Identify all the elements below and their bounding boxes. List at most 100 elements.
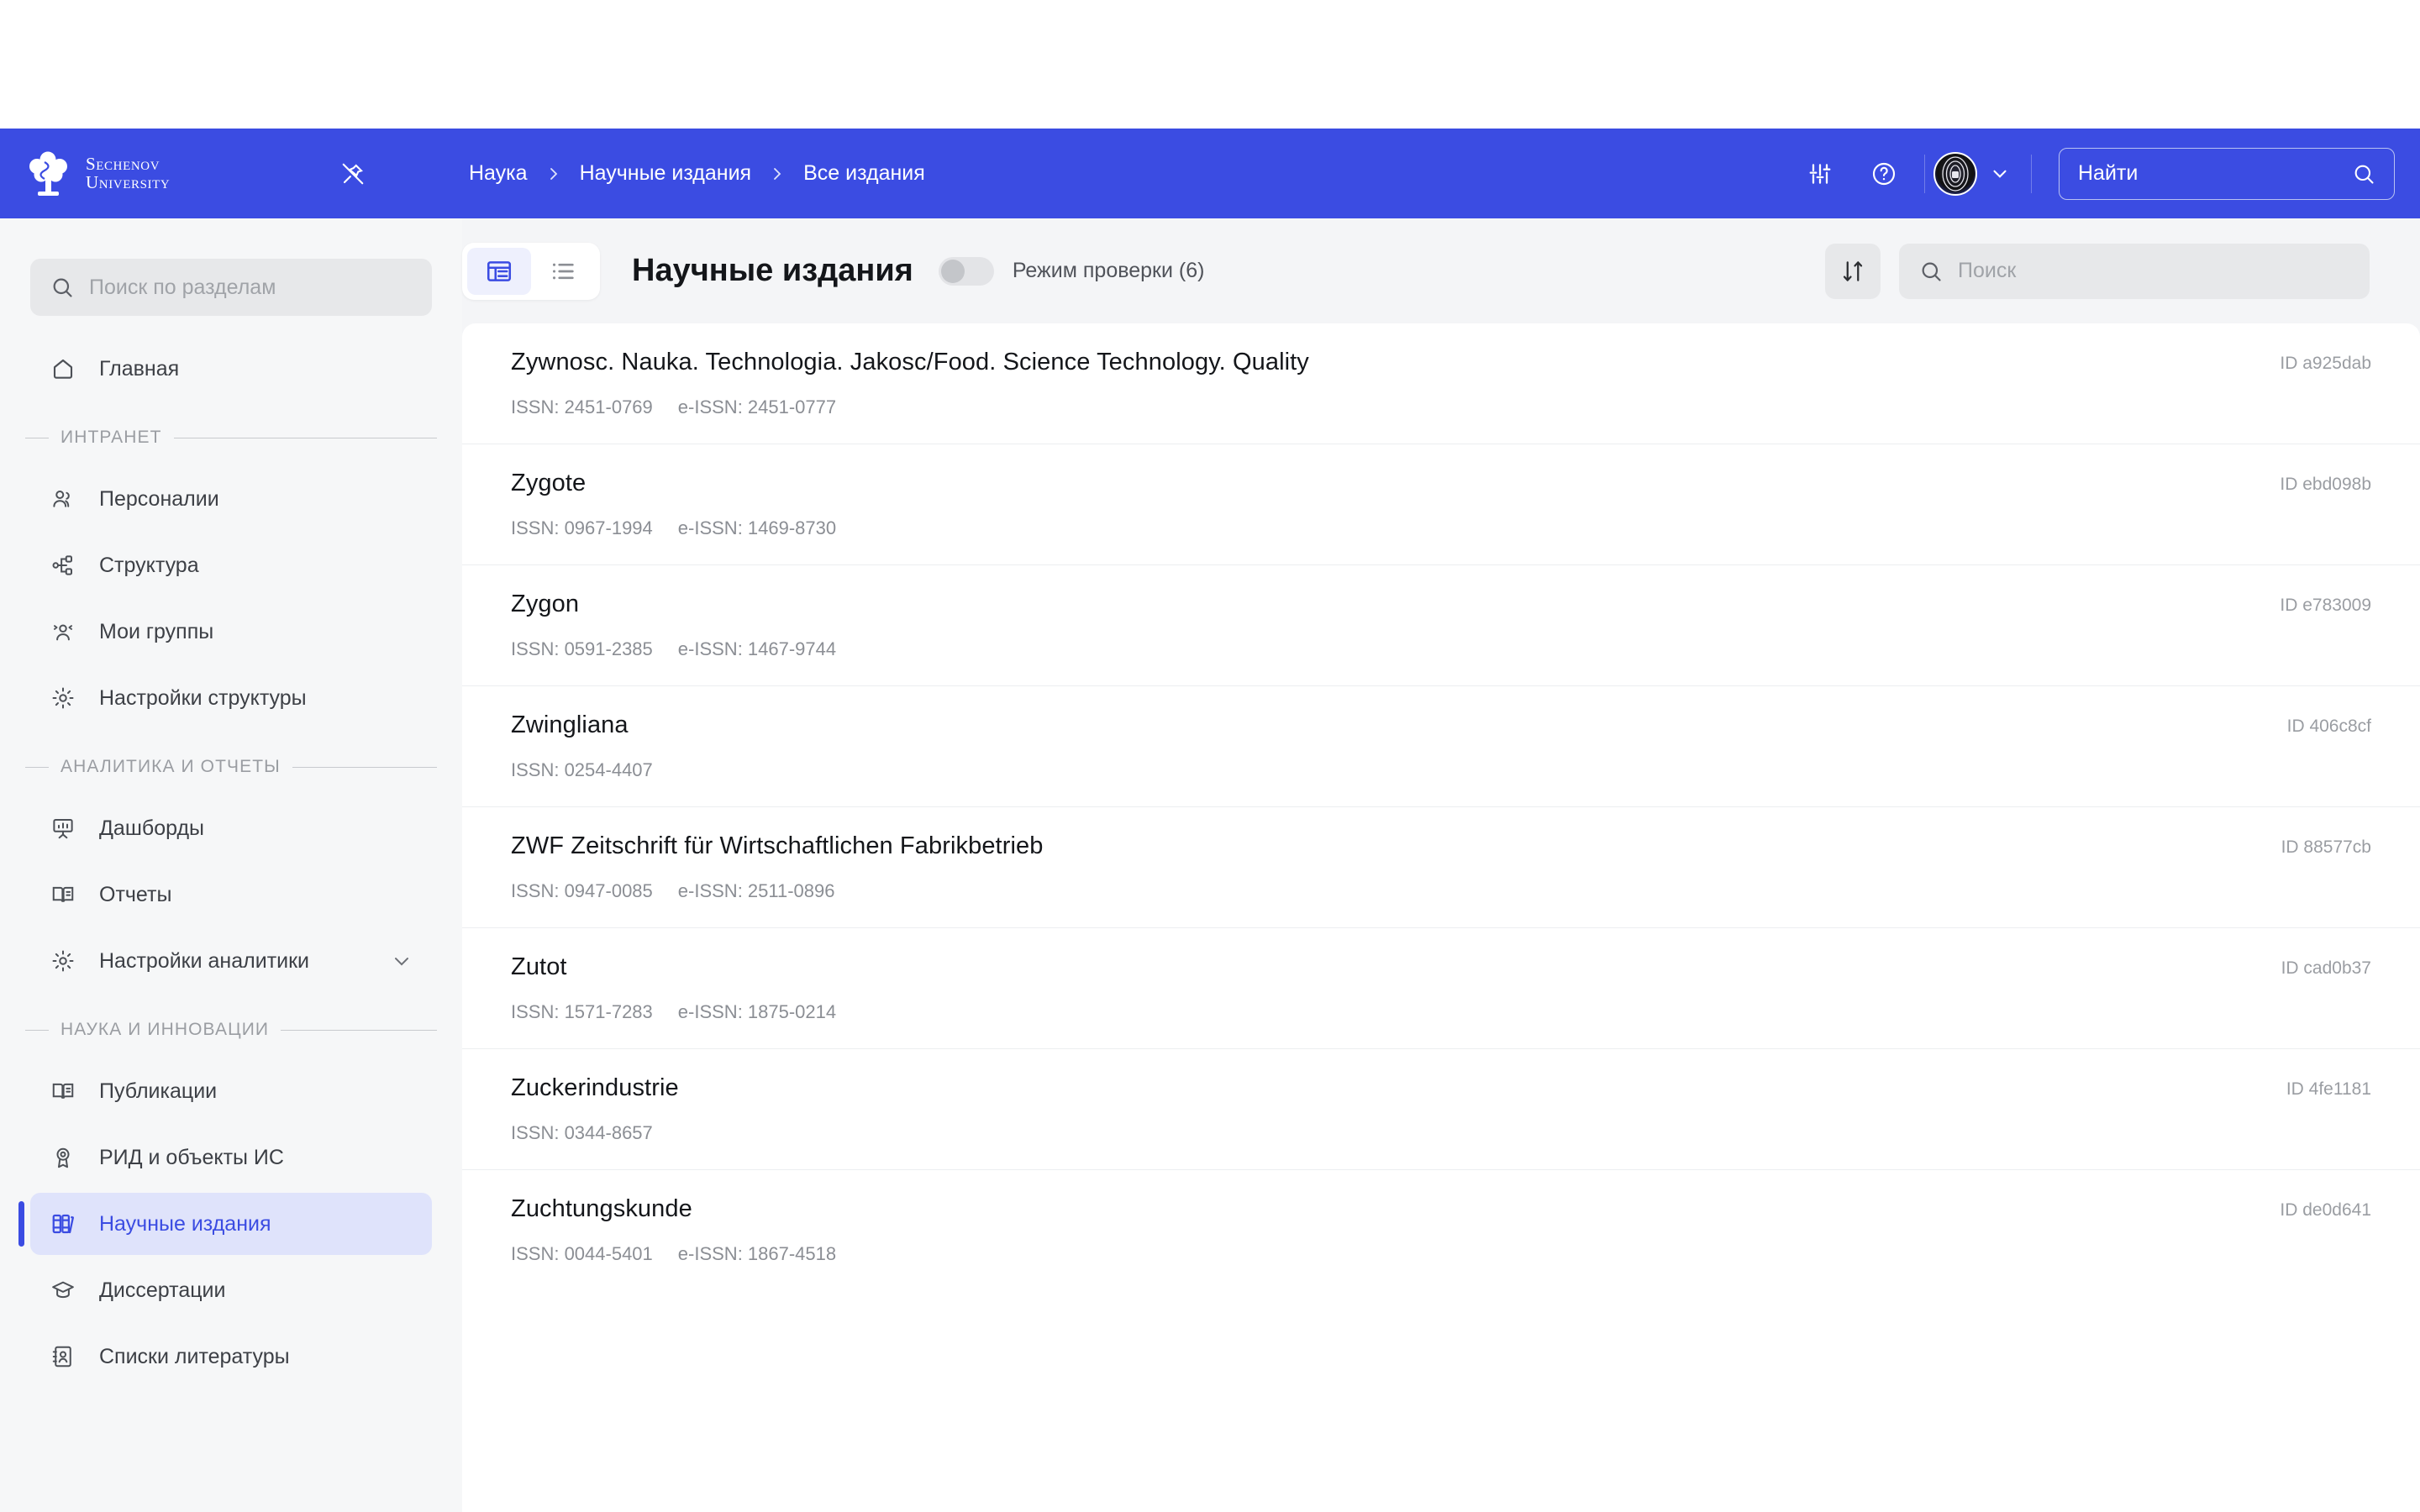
sechenov-tree-logo-icon [29, 151, 67, 196]
list-item-main: Zuckerindustrie ISSN: 0344-8657 [511, 1074, 2253, 1144]
list-item-id: ID cad0b37 [2281, 958, 2371, 978]
sidebar-item-personalities[interactable]: Персоналии [30, 468, 432, 530]
sidebar-item-bibliography[interactable]: Списки литературы [30, 1326, 432, 1388]
org-chart-icon [49, 551, 77, 580]
sidebar-item-label: Структура [99, 553, 199, 577]
list-item[interactable]: Zutot ISSN: 1571-7283 e-ISSN: 1875-0214 … [462, 928, 2420, 1049]
sidebar-item-my-groups[interactable]: Мои группы [30, 601, 432, 663]
list-item-title: ZWF Zeitschrift für Wirtschaftlichen Fab… [511, 832, 1044, 859]
group-rule [281, 1029, 437, 1031]
breadcrumb-item-2[interactable]: Все издания [803, 161, 925, 186]
list-item-meta: ISSN: 0967-1994 e-ISSN: 1469-8730 [511, 517, 2246, 539]
list-item[interactable]: Zuchtungskunde ISSN: 0044-5401 e-ISSN: 1… [462, 1170, 2420, 1290]
award-icon [49, 1143, 77, 1172]
sidebar-group-label: ИНТРАНЕТ [60, 428, 162, 447]
sidebar-item-label: Дашборды [99, 816, 204, 840]
search-icon [53, 278, 72, 297]
sidebar-item-structure-settings[interactable]: Настройки структуры [30, 667, 432, 729]
header-search-input[interactable]: Найти [2059, 147, 2395, 200]
issn-value: ISSN: 0344-8657 [511, 1122, 653, 1143]
sidebar-item-home[interactable]: Главная [30, 338, 432, 400]
issn-value: ISSN: 0044-5401 [511, 1243, 653, 1264]
search-icon [2354, 165, 2374, 184]
sidebar-item-label: Мои группы [99, 619, 214, 643]
gear-icon [49, 684, 77, 712]
book-open-icon [49, 880, 77, 909]
issn-value: ISSN: 0591-2385 [511, 638, 653, 659]
content-toolbar: Научные издания Режим проверки (6) Поиск [462, 218, 2420, 323]
sidebar-item-label: Научные издания [99, 1211, 271, 1236]
graduation-cap-icon [49, 1276, 77, 1305]
table-view-icon[interactable] [467, 247, 531, 295]
sliders-icon[interactable] [1788, 142, 1852, 206]
issn-value: ISSN: 1571-7283 [511, 1001, 653, 1022]
list-item[interactable]: Zuckerindustrie ISSN: 0344-8657 ID 4fe11… [462, 1049, 2420, 1170]
list-item-main: Zutot ISSN: 1571-7283 e-ISSN: 1875-0214 [511, 953, 2248, 1023]
check-mode-label: Режим проверки (6) [1012, 259, 1205, 282]
list-item[interactable]: Zywnosc. Nauka. Technologia. Jakosc/Food… [462, 323, 2420, 444]
content-search-placeholder: Поиск [1958, 259, 2017, 282]
list-item-id: ID ebd098b [2280, 475, 2371, 494]
avatar[interactable] [1933, 151, 1977, 196]
presentation-chart-icon [49, 814, 77, 843]
sidebar-item-reports[interactable]: Отчеты [30, 864, 432, 926]
sidebar-search-input[interactable]: Поиск по разделам [30, 259, 432, 316]
breadcrumb-item-1[interactable]: Научные издания [580, 161, 752, 186]
address-book-icon [49, 1342, 77, 1371]
list-item-meta: ISSN: 0947-0085 e-ISSN: 2511-0896 [511, 880, 2248, 902]
sidebar-group-label: НАУКА И ИННОВАЦИИ [60, 1020, 270, 1039]
list-item-title: Zutot [511, 953, 567, 980]
sidebar-item-scientific-editions[interactable]: Научные издания [18, 1193, 432, 1255]
list-item-id: ID 88577cb [2281, 837, 2371, 857]
sidebar-item-label: РИД и объекты ИС [99, 1145, 284, 1169]
brand-logo[interactable]: Sechenov University [0, 151, 319, 197]
issn-value: ISSN: 0947-0085 [511, 880, 653, 901]
view-toggle-group [462, 242, 600, 300]
users-icon [49, 485, 77, 513]
list-view-icon[interactable] [531, 248, 595, 295]
list-item-title: Zywnosc. Nauka. Technologia. Jakosc/Food… [511, 349, 1309, 375]
header-search-placeholder: Найти [2078, 161, 2139, 185]
content-search-input[interactable]: Поиск [1899, 243, 2370, 299]
pin-off-icon[interactable] [329, 150, 376, 197]
sidebar-item-label: Настройки структуры [99, 685, 307, 710]
chevron-down-icon[interactable] [1977, 151, 2023, 197]
list-item-meta: ISSN: 2451-0769 e-ISSN: 2451-0777 [511, 396, 2246, 418]
sidebar-item-dissertations[interactable]: Диссертации [30, 1259, 432, 1321]
books-icon [49, 1210, 77, 1238]
header-divider [1924, 154, 1925, 193]
sidebar-item-structure[interactable]: Структура [30, 534, 432, 596]
sidebar: Поиск по разделам Главная ИНТРАНЕТ Персо… [0, 218, 462, 1512]
list-item-main: Zwingliana ISSN: 0254-4407 [511, 711, 2254, 781]
help-circle-icon[interactable] [1852, 142, 1916, 206]
list-item[interactable]: Zygon ISSN: 0591-2385 e-ISSN: 1467-9744 … [462, 565, 2420, 686]
brand-wordmark: Sechenov University [86, 155, 170, 192]
chevron-down-icon[interactable] [390, 949, 413, 973]
eissn-value: e-ISSN: 2451-0777 [677, 396, 837, 417]
toolbar-right: Поиск [1825, 243, 2370, 299]
list-item-title: Zwingliana [511, 711, 629, 738]
list-item[interactable]: ZWF Zeitschrift für Wirtschaftlichen Fab… [462, 807, 2420, 928]
main-content: Научные издания Режим проверки (6) Поиск [462, 218, 2420, 1512]
group-dash [25, 1029, 49, 1031]
list-item[interactable]: Zwingliana ISSN: 0254-4407 ID 406c8cf [462, 686, 2420, 807]
breadcrumb-item-0[interactable]: Наука [469, 161, 528, 186]
sidebar-item-dashboards[interactable]: Дашборды [30, 797, 432, 859]
issn-value: ISSN: 0254-4407 [511, 759, 653, 780]
home-icon [49, 354, 77, 383]
sort-icon[interactable] [1825, 243, 1881, 299]
list-item-title: Zuckerindustrie [511, 1074, 679, 1101]
list-item-main: ZWF Zeitschrift für Wirtschaftlichen Fab… [511, 832, 2248, 902]
check-mode-toggle[interactable] [938, 256, 994, 286]
sidebar-item-publications[interactable]: Публикации [30, 1060, 432, 1122]
page-title: Научные издания [632, 253, 913, 288]
list-item[interactable]: Zygote ISSN: 0967-1994 e-ISSN: 1469-8730… [462, 444, 2420, 565]
eissn-value: e-ISSN: 1867-4518 [677, 1243, 837, 1264]
list-item-main: Zygon ISSN: 0591-2385 e-ISSN: 1467-9744 [511, 591, 2246, 660]
issn-value: ISSN: 0967-1994 [511, 517, 653, 538]
sidebar-item-ip-objects[interactable]: РИД и объекты ИС [30, 1126, 432, 1189]
top-blank-strip [0, 0, 2420, 129]
chevron-right-icon [770, 165, 785, 183]
sidebar-item-analytics-settings[interactable]: Настройки аналитики [30, 930, 432, 992]
list-item-title: Zygote [511, 470, 587, 496]
